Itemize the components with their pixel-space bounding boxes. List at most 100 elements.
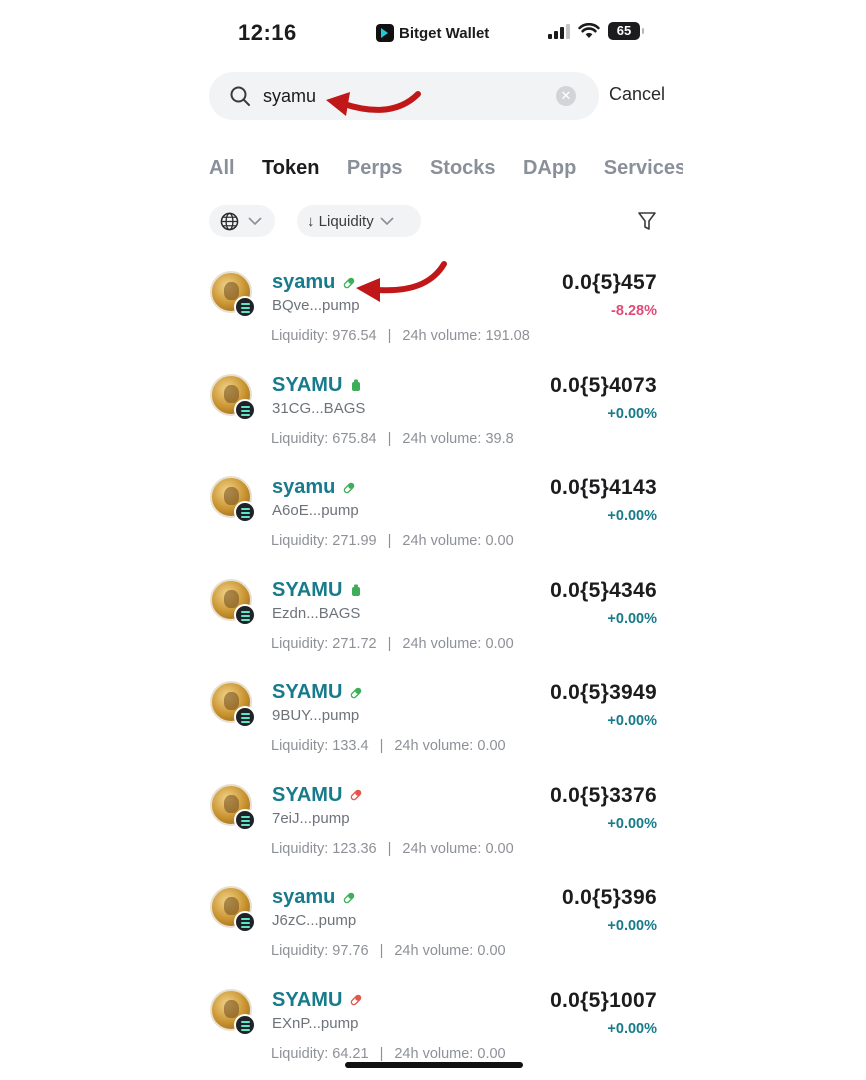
- stat-separator: |: [387, 328, 392, 344]
- home-indicator: [345, 1062, 523, 1068]
- token-name-group: SYAMU: [272, 989, 363, 1012]
- liquidity-value: 271.72: [332, 635, 377, 652]
- token-change: +0.00%: [607, 405, 657, 422]
- sort-label: ↓ Liquidity: [307, 212, 374, 230]
- liquidity-value: 675.84: [332, 430, 377, 447]
- token-price: 0.0{5}396: [562, 886, 657, 909]
- chevron-down-icon: [248, 217, 262, 226]
- tab-all[interactable]: All: [209, 157, 235, 180]
- tab-dapp[interactable]: DApp: [523, 157, 576, 180]
- token-row[interactable]: syamu BQve...pump Liquidity: 976.54 | 24h vo…: [0, 258, 866, 361]
- pill-icon-red: [351, 994, 362, 1006]
- liquidity-label: Liquidity:: [271, 635, 329, 652]
- token-row[interactable]: syamu A6oE...pump Liquidity: 271.99 | 24h vo…: [0, 463, 866, 566]
- token-list: syamu BQve...pump Liquidity: 976.54 | 24h vo…: [0, 258, 866, 1078]
- volume-value: 0.00: [485, 635, 514, 652]
- token-address: 9BUY...pump: [272, 707, 360, 724]
- clear-search-icon[interactable]: ✕: [556, 86, 576, 106]
- solana-chain-icon: [234, 1013, 256, 1036]
- token-row[interactable]: SYAMU 7eiJ...pump Liquidity: 123.36 | 24h vo…: [0, 771, 866, 874]
- token-name: SYAMU: [272, 988, 343, 1011]
- stat-separator: |: [387, 533, 392, 549]
- tab-services[interactable]: Services: [604, 157, 683, 180]
- token-name-group: SYAMU: [272, 784, 363, 807]
- token-price: 0.0{5}1007: [550, 988, 657, 1012]
- bag-icon-green: [352, 379, 361, 391]
- token-name-group: SYAMU: [272, 374, 363, 397]
- token-name-group: syamu: [272, 476, 356, 499]
- liquidity-value: 133.4: [332, 738, 369, 754]
- volume-label: 24h volume:: [402, 840, 482, 857]
- liquidity-label: Liquidity:: [271, 1045, 329, 1062]
- solana-chain-icon: [234, 501, 256, 523]
- solana-chain-icon: [234, 398, 256, 421]
- volume-value: 0.00: [485, 840, 514, 857]
- cellular-signal-icon: [548, 23, 570, 39]
- token-price: 0.0{5}3376: [550, 783, 657, 807]
- token-name-group: SYAMU: [272, 681, 363, 704]
- liquidity-value: 976.54: [332, 328, 377, 344]
- token-address: 7eiJ...pump: [272, 809, 350, 827]
- token-change: -8.28%: [611, 303, 657, 319]
- token-price: 0.0{5}3949: [550, 681, 657, 704]
- liquidity-value: 97.76: [332, 943, 369, 959]
- volume-value: 191.08: [485, 328, 530, 344]
- liquidity-label: Liquidity:: [271, 943, 329, 959]
- status-time: 12:16: [238, 20, 297, 45]
- liquidity-value: 64.21: [332, 1045, 369, 1062]
- token-row[interactable]: SYAMU 31CG...BAGS Liquidity: 675.84 | 24h vo…: [0, 361, 866, 464]
- token-change: +0.00%: [607, 713, 657, 729]
- token-row[interactable]: SYAMU 9BUY...pump Liquidity: 133.4 | 24h vol…: [0, 668, 866, 771]
- volume-label: 24h volume:: [402, 533, 482, 549]
- globe-icon: [220, 212, 239, 231]
- liquidity-label: Liquidity:: [271, 738, 329, 754]
- app-indicator: Bitget Wallet: [376, 24, 489, 42]
- status-icons: 65: [548, 22, 644, 40]
- token-price: 0.0{5}4073: [550, 373, 657, 397]
- volume-value: 0.00: [477, 1045, 506, 1062]
- token-stats: Liquidity: 123.36 | 24h volume: 0.00: [271, 841, 514, 857]
- stat-separator: |: [379, 738, 384, 754]
- token-change: +0.00%: [607, 610, 657, 627]
- stat-separator: |: [387, 430, 392, 447]
- token-stats: Liquidity: 675.84 | 24h volume: 39.8: [271, 431, 514, 447]
- tab-stocks[interactable]: Stocks: [430, 157, 496, 180]
- search-icon: [230, 86, 250, 106]
- network-filter-button[interactable]: [209, 205, 275, 237]
- token-stats: Liquidity: 271.99 | 24h volume: 0.00: [271, 533, 514, 549]
- category-tabs: All Token Perps Stocks DApp Services: [209, 157, 683, 187]
- token-row[interactable]: SYAMU Ezdn...BAGS Liquidity: 271.72 | 24h vo…: [0, 566, 866, 669]
- liquidity-value: 123.36: [332, 840, 377, 857]
- tab-perps[interactable]: Perps: [347, 157, 403, 180]
- pill-icon-green: [344, 482, 355, 493]
- token-price: 0.0{5}4143: [550, 476, 657, 499]
- volume-value: 0.00: [477, 943, 506, 959]
- token-name: SYAMU: [272, 578, 343, 601]
- volume-label: 24h volume:: [394, 738, 474, 754]
- chevron-down-icon: [380, 217, 394, 226]
- tab-token[interactable]: Token: [262, 157, 319, 180]
- token-address: BQve...pump: [272, 297, 360, 314]
- token-address: Ezdn...BAGS: [272, 604, 361, 622]
- pill-icon-green: [344, 892, 355, 903]
- token-address: EXnP...pump: [272, 1014, 359, 1032]
- volume-label: 24h volume:: [394, 1045, 474, 1062]
- volume-value: 0.00: [477, 738, 506, 754]
- stat-separator: |: [387, 840, 392, 857]
- cancel-button[interactable]: Cancel: [609, 84, 665, 105]
- token-row[interactable]: syamu J6zC...pump Liquidity: 97.76 | 24h vol…: [0, 873, 866, 976]
- pill-icon-green: [344, 277, 355, 288]
- token-price: 0.0{5}4346: [550, 578, 657, 602]
- volume-label: 24h volume:: [402, 328, 482, 344]
- wifi-icon: [578, 23, 600, 38]
- volume-value: 0.00: [485, 533, 514, 549]
- bag-icon-green: [352, 584, 361, 596]
- token-name-group: syamu: [272, 886, 356, 909]
- liquidity-label: Liquidity:: [271, 328, 329, 344]
- sort-liquidity-button[interactable]: ↓ Liquidity: [297, 205, 421, 237]
- token-stats: Liquidity: 976.54 | 24h volume: 191.08: [271, 328, 530, 344]
- filter-funnel-icon[interactable]: [637, 210, 657, 232]
- liquidity-value: 271.99: [332, 533, 377, 549]
- solana-chain-icon: [234, 296, 256, 318]
- token-stats: Liquidity: 97.76 | 24h volume: 0.00: [271, 943, 506, 959]
